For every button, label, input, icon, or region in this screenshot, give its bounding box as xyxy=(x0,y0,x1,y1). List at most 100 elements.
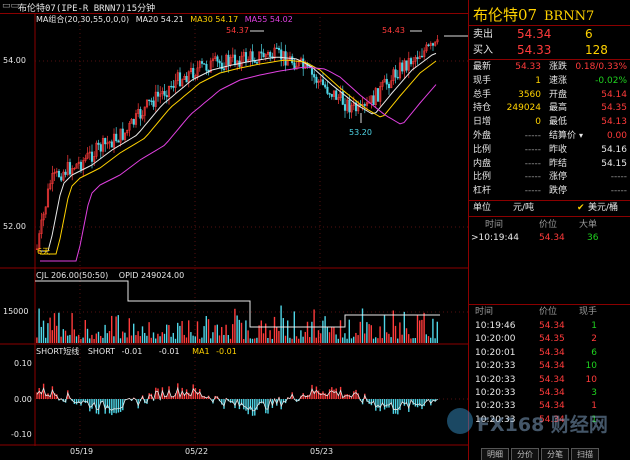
currency-label[interactable]: 美元/桶 xyxy=(588,202,618,215)
y-tick-54: 54.00 xyxy=(3,56,26,65)
cjl-label: CJL 206.00(50:50) xyxy=(36,271,109,280)
tick-price: 54.34 xyxy=(539,321,565,331)
sell-volume: 6 xyxy=(585,27,593,41)
tab-scan[interactable]: 扫描 xyxy=(571,448,599,460)
sell-price: 54.34 xyxy=(517,27,552,41)
price-chart[interactable] xyxy=(0,13,468,446)
candlesticks xyxy=(35,35,439,253)
indicator-title: SHORT短线 xyxy=(36,347,80,356)
x-tick-0522: 05/22 xyxy=(185,447,209,456)
field-label: 日增 xyxy=(473,117,492,128)
tick-row[interactable]: 10:19:46 54.34 1 xyxy=(473,320,627,333)
field-label: 总手 xyxy=(473,89,492,100)
tick-time: 10:20:00 xyxy=(475,334,516,345)
tick-time: 10:19:46 xyxy=(475,321,516,331)
indicator-y-tick-2: 0.00 xyxy=(14,395,32,404)
tab-price-distribution[interactable]: 分价 xyxy=(511,448,539,460)
ma1-label: MA1 xyxy=(192,347,210,356)
unit-label: 单位 xyxy=(473,203,492,213)
tick-row[interactable]: 10:20:00 54.35 2 xyxy=(473,333,627,346)
field-value: 249024 xyxy=(506,103,541,114)
indicator-value2: -0.01 xyxy=(158,347,180,356)
unit-value: 元/吨 xyxy=(513,203,535,213)
ma1-value: -0.01 xyxy=(216,347,237,356)
contract-name: 布伦特07 xyxy=(473,6,538,24)
field-value: ----- xyxy=(524,172,541,183)
contract-code: BRNN7 xyxy=(543,9,595,24)
field-label: 最高 xyxy=(549,103,568,114)
watermark: FX168 财经网 xyxy=(447,408,630,438)
field-value: ----- xyxy=(524,131,541,141)
field-label: 外盘 xyxy=(473,131,492,141)
field-value: 3560 xyxy=(518,89,541,100)
x-tick-0519: 05/19 xyxy=(70,447,94,456)
field-label: 涨停 xyxy=(549,172,568,183)
quote-field-row: 比例 ----- 昨收 54.16 xyxy=(473,144,627,157)
field-value: ----- xyxy=(610,186,627,197)
short-label: SHORT xyxy=(87,347,116,356)
tick-volume: 10 xyxy=(585,374,597,385)
window-menu-icon[interactable]: ▭▭ xyxy=(2,1,19,11)
field-value: 54.14 xyxy=(601,89,627,100)
tick-row[interactable]: 10:20:33 54.34 3 xyxy=(473,387,627,400)
chart-area[interactable]: ▭▭ 布伦特07(IPE-R BRNN7)15分钟 MA组合(20,30,55,… xyxy=(0,0,468,460)
quote-field-row: 内盘 ----- 昨结 54.15 xyxy=(473,158,627,171)
watermark-text: FX168 财经网 xyxy=(477,414,608,436)
indicator-legend: SHORT短线 SHORT -0.01 -0.01 MA1 -0.01 xyxy=(36,346,237,357)
field-label: 速涨 xyxy=(549,75,568,86)
settle-dropdown-icon[interactable]: ▾ xyxy=(579,131,583,140)
field-value: ----- xyxy=(524,158,541,169)
tick-time: 10:20:01 xyxy=(475,347,516,358)
tab-ticks[interactable]: 分笔 xyxy=(541,448,569,460)
tick-price: 54.34 xyxy=(539,361,565,372)
tick-price: 54.34 xyxy=(539,388,565,398)
moving-average-lines xyxy=(40,52,437,262)
field-label: 杠杆 xyxy=(473,186,492,197)
tick-row[interactable]: 10:20:33 54.34 10 xyxy=(473,374,627,387)
volume-y-tick: 15000 xyxy=(3,307,29,316)
tick-time: 10:20:33 xyxy=(475,361,516,372)
field-label: 最新 xyxy=(473,62,492,72)
tick-row[interactable]: 10:20:01 54.34 6 xyxy=(473,347,627,360)
field-value: 54.13 xyxy=(601,117,627,128)
field-value: 0 xyxy=(535,117,541,128)
buy-label: 买入 xyxy=(473,45,493,56)
opid-label: OPID 249024.00 xyxy=(118,271,185,280)
field-label: 最低 xyxy=(549,117,568,128)
tick-volume: 2 xyxy=(591,334,597,345)
indicator-bars xyxy=(36,383,439,416)
quote-field-row: 比例 ----- 涨停 ----- xyxy=(473,171,627,184)
field-label: 跌停 xyxy=(549,186,568,197)
field-label: 现手 xyxy=(473,75,492,86)
tick-price: 54.35 xyxy=(539,334,565,345)
field-label: 比例 xyxy=(473,144,492,155)
field-value: 0.00 xyxy=(606,131,627,141)
window-title-bar: ▭▭ 布伦特07(IPE-R BRNN7)15分钟 xyxy=(0,0,468,14)
tick-volume: 6 xyxy=(591,347,597,358)
tick-row[interactable]: 10:20:33 54.34 10 xyxy=(473,360,627,373)
big-order-volume: 36 xyxy=(587,233,599,243)
quote-header: 布伦特07 BRNN7 xyxy=(473,4,594,24)
big-order-row[interactable]: >10:19:44 54.34 36 xyxy=(471,232,627,245)
field-value: ----- xyxy=(524,144,541,155)
field-label: 内盘 xyxy=(473,158,492,169)
annotation-start: 6天 xyxy=(37,247,51,256)
short-value: -0.01 xyxy=(121,347,143,356)
quote-field-row: 最新 54.33 涨跌 0.18/0.33% xyxy=(473,61,627,74)
quote-panel: 布伦特07 BRNN7 卖出 54.34 6 买入 54.33 128 最新 54… xyxy=(447,0,630,460)
annotation-low: 53.20 xyxy=(349,128,372,137)
quote-field-row: 总手 3560 开盘 54.14 xyxy=(473,89,627,102)
buy-row[interactable]: 买入 54.33 128 xyxy=(473,43,627,58)
currency-check-icon[interactable]: ✔ xyxy=(577,202,585,215)
field-label: 涨跌 xyxy=(549,62,568,72)
bottom-tabs: 明细 分价 分笔 扫描 xyxy=(469,448,630,460)
volume-legend: CJL 206.00(50:50) OPID 249024.00 xyxy=(36,271,184,280)
buy-volume: 128 xyxy=(585,43,608,57)
watermark-logo-icon xyxy=(447,408,473,434)
tick-price: 54.34 xyxy=(539,347,565,358)
big-order-header: 时间 价位 大单 xyxy=(473,219,627,232)
y-tick-52: 52.00 xyxy=(3,222,26,231)
tab-detail[interactable]: 明细 xyxy=(481,448,509,460)
x-tick-0523: 05/23 xyxy=(310,447,334,456)
sell-row[interactable]: 卖出 54.34 6 xyxy=(473,27,627,42)
